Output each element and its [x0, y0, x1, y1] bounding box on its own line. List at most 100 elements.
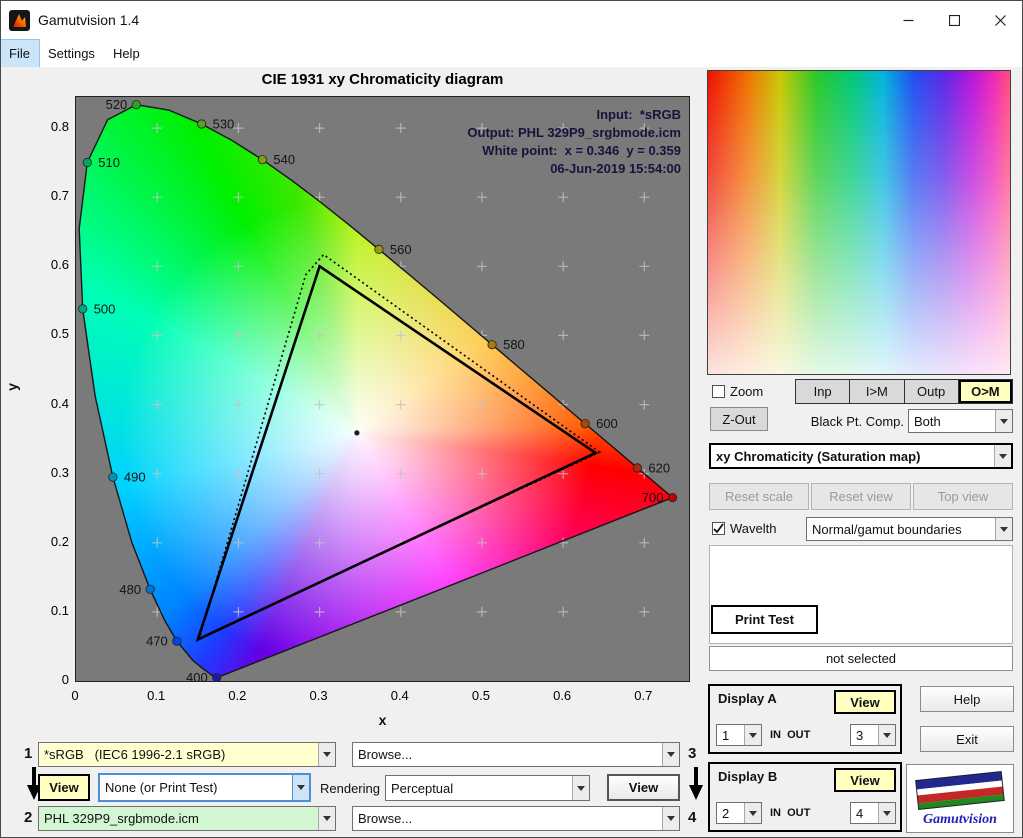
x-tick-label: 0.7 — [634, 688, 653, 703]
svg-text:580: 580 — [503, 337, 525, 352]
svg-text:540: 540 — [273, 152, 295, 167]
flow-arrow-right-icon — [689, 767, 703, 800]
print-test-select[interactable]: None (or Print Test) — [98, 773, 311, 802]
menu-settings[interactable]: Settings — [39, 40, 104, 67]
figure-area: CIE 1931 xy Chromaticity diagram 520 530 5… — [0, 67, 707, 739]
output-to-monitor-button[interactable]: O>M — [958, 380, 1012, 403]
svg-text:530: 530 — [213, 117, 235, 132]
help-button[interactable]: Help — [920, 686, 1014, 712]
y-tick-label: 0.4 — [50, 395, 69, 411]
dropdown-arrow-icon — [662, 743, 679, 766]
slot-2-label: 2 — [24, 809, 33, 826]
display-mode-select[interactable]: xy Chromaticity (Saturation map) — [709, 443, 1013, 469]
output-browse-select[interactable]: Browse... — [352, 806, 680, 831]
boundaries-select[interactable]: Normal/gamut boundaries — [806, 517, 1013, 541]
titlebar: Gamutvision 1.4 — [0, 0, 1023, 40]
y-tick-label: 0.7 — [50, 188, 69, 204]
inp-button[interactable]: Inp — [796, 380, 850, 403]
reset-scale-button[interactable]: Reset scale — [709, 483, 809, 510]
exit-button[interactable]: Exit — [920, 726, 1014, 752]
input-view-button[interactable]: View — [38, 774, 90, 801]
display-b-view-button[interactable]: View — [834, 768, 896, 792]
display-b-title: Display B — [718, 769, 778, 784]
y-tick-label: 0.1 — [50, 602, 69, 618]
y-tick-label: 0 — [61, 672, 69, 687]
x-tick-label: 0.1 — [147, 688, 166, 703]
reset-view-button[interactable]: Reset view — [811, 483, 911, 510]
dropdown-arrow-icon — [995, 518, 1012, 540]
svg-text:700: 700 — [642, 490, 664, 505]
display-a-title: Display A — [718, 691, 777, 706]
chart-title: CIE 1931 xy Chromaticity diagram — [261, 71, 504, 88]
display-b-group: Display B View 2 IN OUT 4 — [708, 762, 902, 832]
top-view-button[interactable]: Top view — [913, 483, 1013, 510]
plot-overlay-svg: 520 530 540 560 580 600 620 700 510 500 490 480 470 4… — [78, 97, 682, 681]
display-a-out-select[interactable]: 3 — [850, 724, 896, 746]
dropdown-arrow-icon — [318, 743, 335, 766]
maximize-button[interactable] — [931, 0, 977, 40]
slot-1-label: 1 — [24, 745, 33, 762]
chromaticity-plot[interactable]: 520 530 540 560 580 600 620 700 510 500 490 480 470 4… — [75, 96, 690, 682]
dropdown-arrow-icon — [662, 807, 679, 830]
svg-text:560: 560 — [390, 242, 412, 257]
svg-text:620: 620 — [648, 460, 670, 475]
svg-text:480: 480 — [119, 582, 141, 597]
input-profile-combo[interactable]: *sRGB (IEC6 1996-2.1 sRGB) — [38, 742, 336, 767]
display-a-view-button[interactable]: View — [834, 690, 896, 714]
zoom-checkbox[interactable] — [712, 385, 725, 398]
wavelth-checkbox-row: Wavelth — [712, 521, 776, 536]
x-tick-label: 0.4 — [390, 688, 409, 703]
display-a-in-select[interactable]: 1 — [716, 724, 762, 746]
outp-button[interactable]: Outp — [904, 380, 958, 403]
display-a-group: Display A View 1 IN OUT 3 — [708, 684, 902, 754]
dropdown-arrow-icon — [292, 775, 309, 800]
svg-text:400: 400 — [186, 670, 208, 681]
wavelth-checkbox[interactable] — [712, 522, 725, 535]
svg-text:470: 470 — [146, 634, 168, 649]
status-bar: not selected — [709, 646, 1013, 671]
menu-file[interactable]: File — [0, 39, 40, 68]
print-test-button[interactable]: Print Test — [711, 605, 818, 634]
y-tick-label: 0.2 — [50, 533, 69, 549]
x-tick-label: 0.3 — [309, 688, 328, 703]
display-b-in-select[interactable]: 2 — [716, 802, 762, 824]
dropdown-arrow-icon — [744, 803, 761, 823]
output-view-button[interactable]: View — [607, 774, 680, 801]
input-browse-select[interactable]: Browse... — [352, 742, 680, 767]
svg-text:500: 500 — [94, 301, 116, 316]
x-tick-label: 0.6 — [553, 688, 572, 703]
window-controls — [885, 0, 1023, 40]
y-tick-label: 0.5 — [50, 326, 69, 342]
dropdown-arrow-icon — [744, 725, 761, 745]
svg-text:White point: x = 0.346 y = 0: White point: x = 0.346 y = 0.359 — [482, 143, 681, 158]
y-tick-label: 0.3 — [50, 464, 69, 480]
minimize-button[interactable] — [885, 0, 931, 40]
dropdown-arrow-icon — [995, 410, 1012, 432]
menu-help[interactable]: Help — [104, 40, 149, 67]
gamutvision-flag-icon — [915, 770, 1005, 810]
output-profile-combo[interactable]: PHL 329P9_srgbmode.icm — [38, 806, 336, 831]
dropdown-arrow-icon — [572, 776, 589, 800]
window-title: Gamutvision 1.4 — [38, 12, 140, 28]
dropdown-arrow-icon — [994, 445, 1011, 467]
rendering-intent-select[interactable]: Perceptual — [385, 775, 590, 801]
close-button[interactable] — [977, 0, 1023, 40]
dropdown-arrow-icon — [878, 725, 895, 745]
x-tick-label: 0 — [71, 688, 79, 703]
menubar: File Settings Help — [0, 39, 1023, 68]
svg-text:490: 490 — [124, 470, 146, 485]
app-icon — [9, 9, 30, 31]
display-b-out-select[interactable]: 4 — [850, 802, 896, 824]
saturation-map-preview[interactable] — [707, 70, 1011, 375]
x-tick-label: 0.5 — [471, 688, 490, 703]
svg-text:Input: *sRGB: Input: *sRGB — [597, 107, 682, 122]
display-b-inout-label: IN OUT — [770, 807, 811, 819]
black-pt-comp-select[interactable]: Both — [908, 409, 1013, 433]
display-a-inout-label: IN OUT — [770, 729, 811, 741]
z-out-button[interactable]: Z-Out — [710, 407, 768, 431]
input-to-monitor-button[interactable]: I>M — [850, 380, 904, 403]
dropdown-arrow-icon — [878, 803, 895, 823]
rendering-label: Rendering — [320, 781, 380, 796]
minimize-icon — [903, 19, 913, 21]
close-icon — [994, 14, 1006, 26]
